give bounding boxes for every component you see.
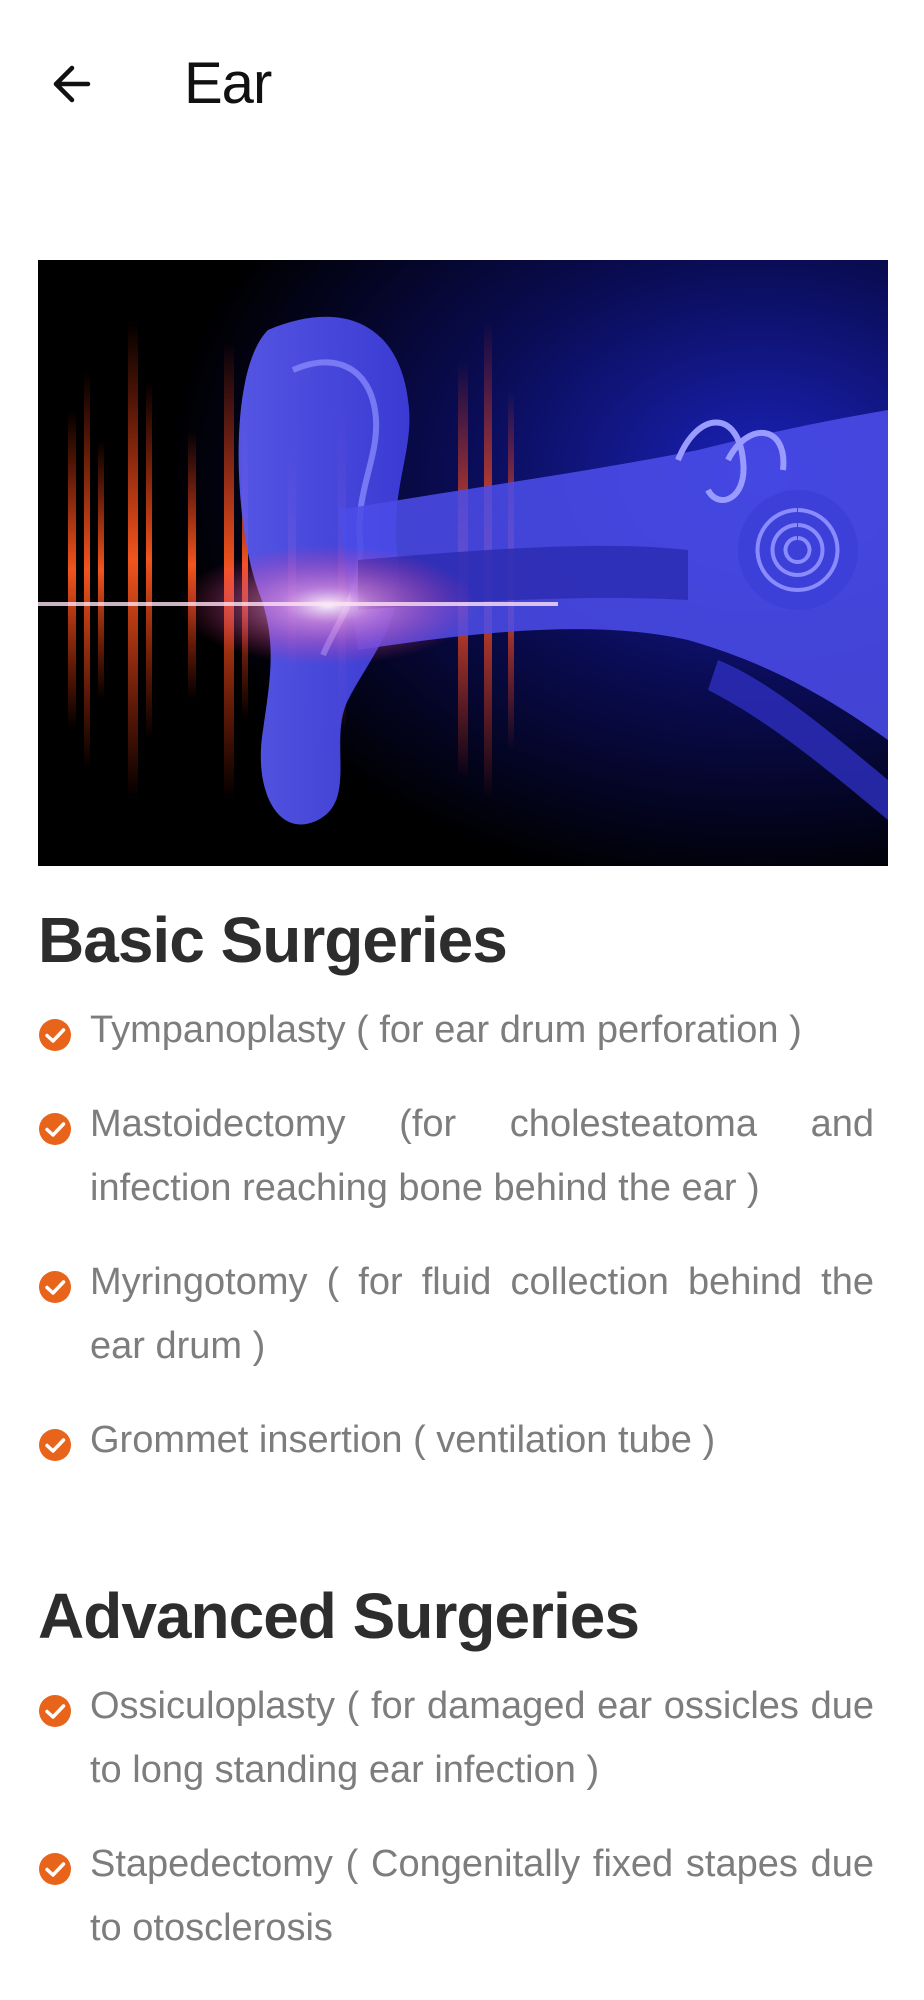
list-item-text: Ossiculoplasty ( for damaged ear ossicle… [90,1685,874,1791]
basic-surgeries-section: Basic Surgeries Tympanoplasty ( for ear … [38,900,874,1472]
list-item: Stapedectomy ( Congenitally fixed stapes… [38,1832,874,1960]
list-item-text: Grommet insertion ( ventilation tube ) [90,1419,716,1461]
check-circle-icon [39,1429,71,1461]
check-circle-icon [39,1271,71,1303]
app-bar: Ear [0,0,924,170]
list-item: Myringotomy ( for fluid collection behin… [38,1250,874,1378]
list-item-text: Myringotomy ( for fluid collection behin… [90,1261,874,1367]
back-button[interactable] [38,44,106,124]
list-item: Tympanoplasty ( for ear drum perforation… [38,998,874,1062]
list-item-text: Tympanoplasty ( for ear drum perforation… [90,1009,802,1051]
advanced-surgeries-section: Advanced Surgeries Ossiculoplasty ( for … [38,1576,874,1960]
check-circle-icon [39,1853,71,1885]
page-title: Ear [184,51,272,116]
ear-anatomy-illustration [38,260,888,866]
section-title: Basic Surgeries [38,904,508,976]
section-title: Advanced Surgeries [38,1580,640,1652]
check-circle-icon [39,1695,71,1727]
arrow-left-icon [53,65,91,103]
check-circle-icon [39,1113,71,1145]
list-item: Mastoidectomy (for cholesteatoma and inf… [38,1092,874,1220]
list-item-text: Mastoidectomy (for cholesteatoma and inf… [90,1103,874,1209]
check-circle-icon [39,1019,71,1051]
list-item: Ossiculoplasty ( for damaged ear ossicle… [38,1674,874,1802]
list-item-text: Stapedectomy ( Congenitally fixed stapes… [90,1843,874,1949]
list-item: Grommet insertion ( ventilation tube ) [38,1408,874,1472]
